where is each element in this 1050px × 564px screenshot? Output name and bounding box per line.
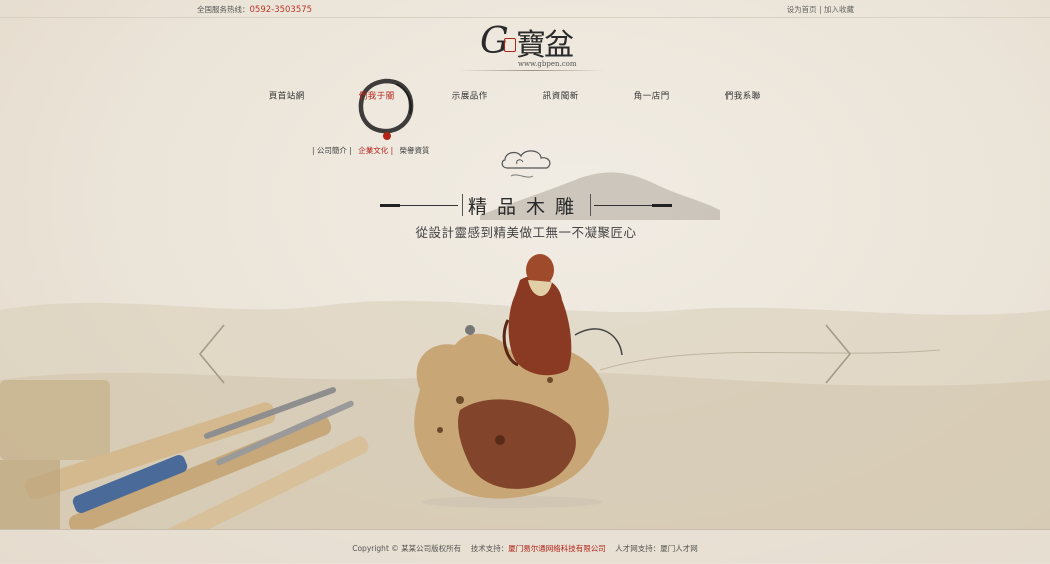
subnav-company-intro[interactable]: | 公司簡介 |	[312, 146, 352, 155]
hero-headline-block: 精品木雕	[380, 192, 672, 218]
logo-seal-icon	[504, 38, 516, 52]
wood-sculpture-image	[414, 254, 623, 508]
cloud-icon	[501, 150, 551, 178]
logo-divider	[458, 70, 606, 71]
add-favorite-link[interactable]: 加入收藏	[824, 5, 854, 14]
nav-item-store[interactable]: 門店一角	[632, 91, 669, 100]
top-bar: 全国服务热线：0592-3503575 设为首页 | 加入收藏	[0, 0, 1050, 18]
ink-ring-icon	[358, 78, 414, 134]
chevron-left-icon[interactable]	[196, 323, 228, 385]
logo[interactable]: G 寶盆 www.gbpen.com	[458, 20, 606, 74]
footer-text: Copyright © 某某公司版权所有 技术支持：厦门易尔通网络科技有限公司 …	[0, 543, 1050, 554]
chevron-right-icon[interactable]	[822, 323, 854, 385]
top-links-separator: |	[819, 5, 822, 14]
nav-item-about[interactable]: 關于我們	[357, 91, 394, 100]
hotline-number: 0592-3503575	[249, 5, 313, 15]
footer-talent-link[interactable]: 人才网支持：厦门人才网	[615, 544, 698, 553]
nav-item-news[interactable]: 新聞資訊	[541, 91, 578, 100]
logo-chinese: 寶盆	[516, 28, 574, 63]
footer-copyright: Copyright © 某某公司版权所有	[352, 544, 462, 553]
nav-item-contact[interactable]: 聯系我們	[723, 91, 760, 100]
hotline-label: 全国服务热线：	[197, 5, 250, 14]
logo-url: www.gbpen.com	[518, 60, 577, 68]
sub-nav: | 公司簡介 | 企業文化 | 榮譽資質	[312, 145, 434, 156]
footer: Copyright © 某某公司版权所有 技术支持：厦门易尔通网络科技有限公司 …	[0, 529, 1050, 564]
subnav-honors[interactable]: 榮譽資質	[400, 146, 430, 155]
headline-bar	[590, 194, 591, 216]
hotline: 全国服务热线：0592-3503575	[197, 4, 312, 15]
set-home-link[interactable]: 设为首页	[787, 5, 817, 14]
active-seal-icon	[383, 132, 391, 140]
top-links: 设为首页 | 加入收藏	[787, 4, 854, 15]
footer-tech-company-link[interactable]: 厦门易尔通网络科技有限公司	[508, 544, 606, 553]
hero-headline: 精品木雕	[467, 196, 584, 218]
nav-item-works[interactable]: 作品展示	[450, 91, 487, 100]
subnav-culture[interactable]: 企業文化 |	[358, 146, 393, 155]
footer-tech-label: 技术支持：	[470, 544, 509, 553]
headline-rule-right	[594, 204, 672, 207]
hero-tagline: 從設計靈感到精美做工無一不凝聚匠心	[415, 225, 637, 240]
carving-tools-image	[0, 380, 369, 530]
nav-item-home[interactable]: 網站首頁	[267, 91, 304, 100]
headline-rule-left	[380, 204, 458, 207]
